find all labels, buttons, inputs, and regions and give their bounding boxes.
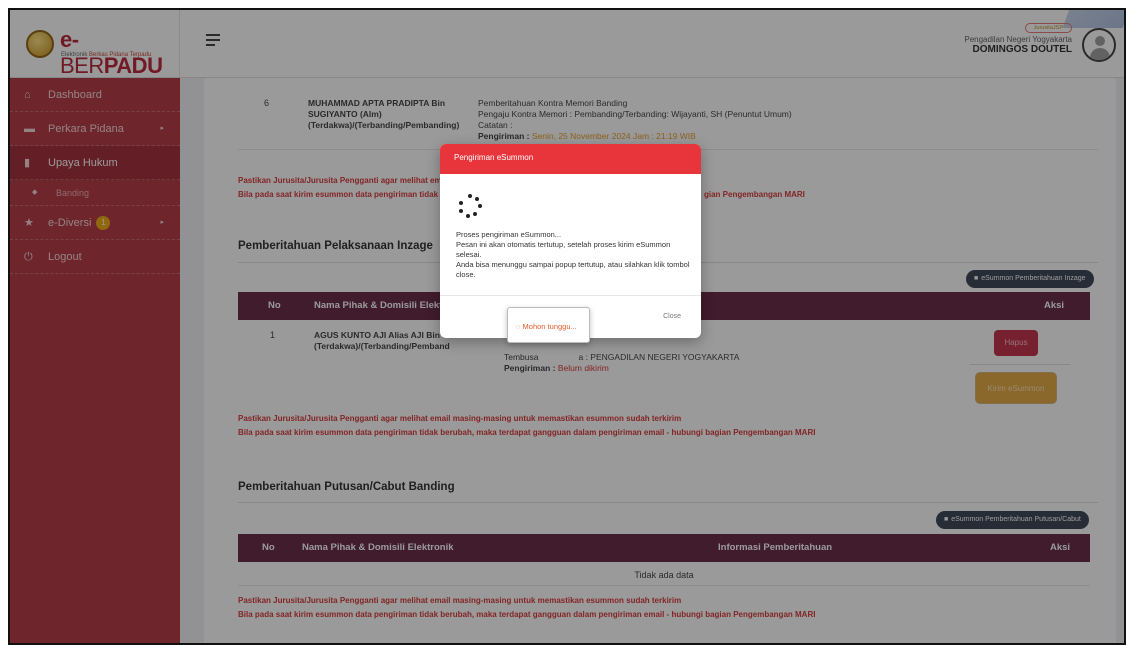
modal-close-button[interactable]: Close: [663, 313, 681, 320]
wait-text: Mohon tunggu...: [516, 322, 577, 331]
modal-message-line: Proses pengiriman eSummon...: [456, 230, 562, 239]
modal-message: Proses pengiriman eSummon... Pesan ini a…: [456, 230, 690, 280]
modal-divider: [440, 295, 701, 296]
app-frame: e-BERPADU Elektronik Berkas Pidana Terpa…: [8, 8, 1126, 645]
modal-title: Pengiriman eSummon: [440, 144, 701, 174]
loading-spinner-icon: [458, 194, 482, 218]
wait-indicator: Mohon tunggu...: [507, 307, 590, 343]
modal-message-line: Anda bisa menunggu sampai popup tertutup…: [456, 260, 690, 279]
modal-message-line: Pesan ini akan otomatis tertutup, setela…: [456, 240, 671, 259]
